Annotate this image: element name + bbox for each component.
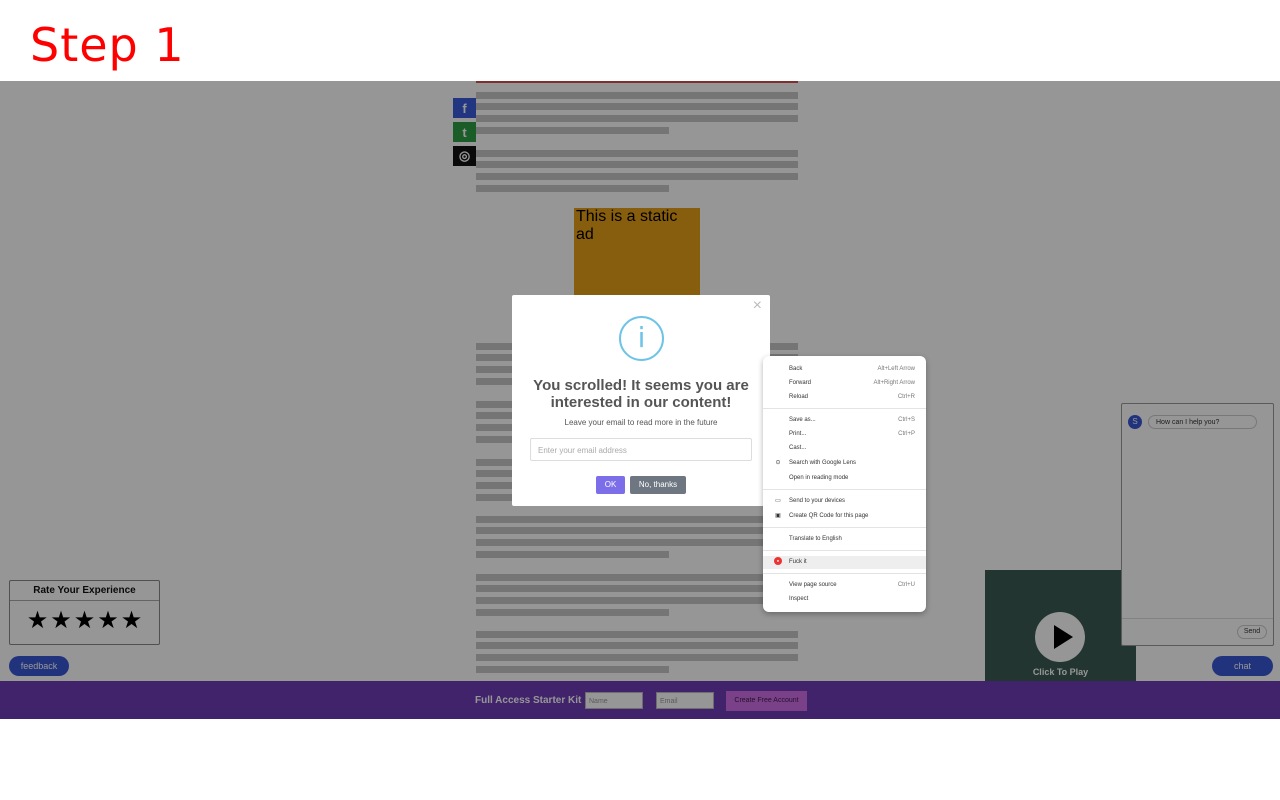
menu-separator xyxy=(763,550,926,551)
menu-item-cast[interactable]: Cast... xyxy=(763,442,926,455)
menu-item-qr-code[interactable]: ▣ Create QR Code for this page xyxy=(763,510,926,523)
ok-button[interactable]: OK xyxy=(596,476,625,494)
menu-item-extension[interactable]: ● Fuck it xyxy=(763,556,926,569)
menu-item-forward[interactable]: Forward Alt+Right Arrow xyxy=(763,377,926,390)
email-field[interactable]: Enter your email address xyxy=(530,438,752,461)
menu-item-reload[interactable]: Reload Ctrl+R xyxy=(763,391,926,404)
close-icon[interactable]: × xyxy=(753,297,762,315)
menu-item-reading-mode[interactable]: Open in reading mode xyxy=(763,472,926,485)
menu-item-send-devices[interactable]: ▭ Send to your devices xyxy=(763,495,926,508)
menu-separator xyxy=(763,527,926,528)
page-viewport: f t ◎ This is a static ad Rate Your Expe… xyxy=(0,81,1280,719)
step-label: Step 1 xyxy=(30,18,185,72)
info-icon: i xyxy=(619,316,664,361)
no-thanks-button[interactable]: No, thanks xyxy=(630,476,686,494)
menu-item-google-lens[interactable]: ⊙ Search with Google Lens xyxy=(763,457,926,470)
menu-separator xyxy=(763,573,926,574)
context-menu: Back Alt+Left Arrow Forward Alt+Right Arro… xyxy=(763,356,926,612)
popup-text: Leave your email to read more in the fut… xyxy=(564,418,718,427)
devices-icon: ▭ xyxy=(775,498,781,504)
popup-title: You scrolled! It seems you are intereste… xyxy=(533,377,749,411)
qr-code-icon: ▣ xyxy=(775,513,781,519)
menu-separator xyxy=(763,408,926,409)
menu-item-view-source[interactable]: View page source Ctrl+U xyxy=(763,579,926,592)
email-popup: × i You scrolled! It seems you are inter… xyxy=(512,295,770,506)
lens-icon: ⊙ xyxy=(775,460,781,466)
extension-icon: ● xyxy=(774,557,782,566)
menu-item-print[interactable]: Print... Ctrl+P xyxy=(763,428,926,441)
menu-item-inspect[interactable]: Inspect xyxy=(763,593,926,606)
menu-item-back[interactable]: Back Alt+Left Arrow xyxy=(763,363,926,376)
menu-item-translate[interactable]: Translate to English xyxy=(763,533,926,546)
menu-item-save-as[interactable]: Save as... Ctrl+S xyxy=(763,414,926,427)
menu-separator xyxy=(763,489,926,490)
